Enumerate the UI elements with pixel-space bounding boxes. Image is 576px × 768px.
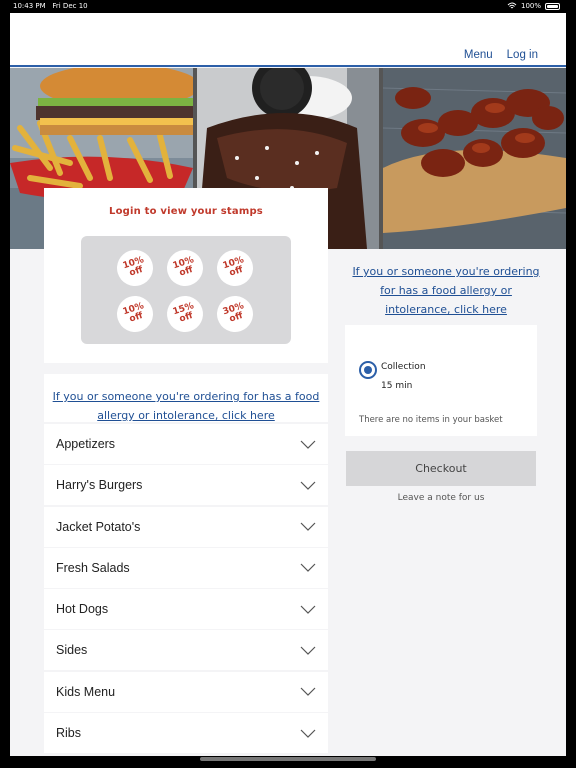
top-nav-bar: Menu Log in <box>10 13 566 67</box>
stamp-1: 10% off <box>112 245 158 291</box>
chevron-down-icon <box>300 605 316 614</box>
menu-category-label: Kids Menu <box>56 684 116 699</box>
collection-label: Collection <box>381 362 426 372</box>
menu-category-label: Fresh Salads <box>56 560 130 575</box>
stamp-4: 10% off <box>112 291 158 337</box>
status-icons: 100% <box>507 2 560 10</box>
menu-category-burgers[interactable]: Harry's Burgers <box>44 465 328 506</box>
checkout-button[interactable]: Checkout <box>346 451 536 486</box>
chevron-down-icon <box>300 729 316 738</box>
chicken-wings-image <box>383 68 566 249</box>
menu-category-label: Ribs <box>56 726 82 741</box>
stamps-login-prompt[interactable]: Login to view your stamps <box>44 206 328 217</box>
chevron-down-icon <box>300 440 316 449</box>
battery-icon <box>545 2 560 10</box>
menu-category-label: Appetizers <box>56 437 116 451</box>
stamp-6: 30% off <box>212 291 258 337</box>
leave-note-link[interactable]: Leave a note for us <box>346 493 536 503</box>
chevron-down-icon <box>300 687 316 697</box>
menu-category-appetizers[interactable]: Appetizers <box>44 424 328 464</box>
stamp-grid: 10% off 10% off 10% off 10% off 15% off 30% of… <box>81 236 291 344</box>
menu-category-label: Hot Dogs <box>56 602 109 617</box>
menu-category-list: Appetizers Harry's Burgers Jacket Potato… <box>44 424 328 754</box>
menu-category-label: Jacket Potato's <box>56 519 141 534</box>
collection-radio[interactable] <box>359 361 377 379</box>
collection-time: 15 min <box>381 381 413 391</box>
home-indicator[interactable] <box>200 757 376 761</box>
menu-category-hot-dogs[interactable]: Hot Dogs <box>44 589 328 630</box>
stamp-5: 15% off <box>162 291 208 337</box>
menu-category-jacket-potatoes[interactable]: Jacket Potato's <box>44 506 328 547</box>
stamps-card: Login to view your stamps 10% off 10% off … <box>44 188 328 363</box>
chevron-down-icon <box>300 646 316 655</box>
menu-category-salads[interactable]: Fresh Salads <box>44 547 328 588</box>
allergy-link-left[interactable]: If you or someone you're ordering for ha… <box>53 390 320 422</box>
battery-percent: 100% <box>520 2 541 10</box>
allergy-notice-right: If you or someone you're ordering for ha… <box>346 260 546 317</box>
menu-link[interactable]: Menu <box>464 49 493 61</box>
chevron-down-icon <box>300 522 316 531</box>
menu-category-kids[interactable]: Kids Menu <box>44 671 328 712</box>
status-bar: 10:43 PM Fri Dec 10 100% <box>0 0 576 13</box>
app-screen: Menu Log in Login to view your stamps 10… <box>10 13 566 756</box>
stamp-2: 10% off <box>162 245 208 291</box>
menu-category-label: Harry's Burgers <box>56 478 143 493</box>
empty-basket-message: There are no items in your basket <box>359 415 503 425</box>
chevron-down-icon <box>300 563 316 573</box>
basket-card: Collection 15 min There are no items in … <box>345 325 537 436</box>
menu-category-ribs[interactable]: Ribs <box>44 713 328 754</box>
wifi-icon <box>507 2 517 9</box>
allergy-link-right[interactable]: If you or someone you're ordering for ha… <box>352 265 539 316</box>
menu-category-sides[interactable]: Sides <box>44 630 328 671</box>
login-link[interactable]: Log in <box>507 49 538 61</box>
status-time: 10:43 PM Fri Dec 10 <box>13 2 88 10</box>
stamp-3: 10% off <box>212 245 258 291</box>
chevron-down-icon <box>300 481 316 490</box>
menu-category-label: Sides <box>56 643 88 658</box>
allergy-notice-left: If you or someone you're ordering for ha… <box>44 374 328 422</box>
